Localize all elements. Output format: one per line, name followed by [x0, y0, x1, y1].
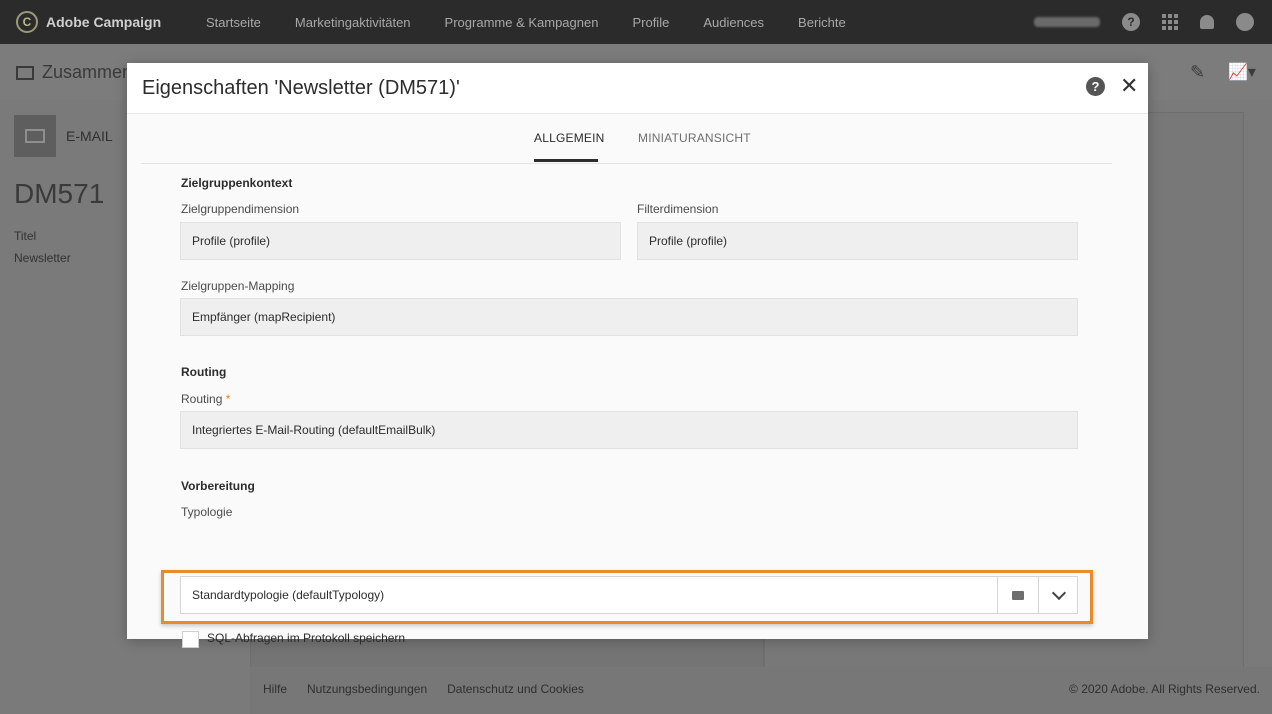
routing-label-text: Routing [181, 392, 223, 406]
properties-dialog: Eigenschaften 'Newsletter (DM571)' ? ✕ A… [127, 63, 1148, 648]
target-dimension-label: Zielgruppendimension [181, 202, 300, 216]
dialog-header: Eigenschaften 'Newsletter (DM571)' ? ✕ [127, 63, 1148, 114]
top-navigation-bar: C Adobe Campaign Startseite Marketingakt… [0, 0, 1272, 44]
page-title: Zusammen [16, 62, 132, 83]
email-channel-icon [14, 115, 56, 157]
adobe-campaign-logo-icon: C [16, 11, 38, 33]
footer-copyright: © 2020 Adobe. All Rights Reserved. [1069, 682, 1260, 696]
edit-pencil-icon[interactable]: ✎ [1190, 62, 1210, 82]
tab-thumbnail[interactable]: MINIATURANSICHT [638, 131, 751, 145]
footer-link-help[interactable]: Hilfe [263, 682, 287, 696]
nav-item-profiles[interactable]: Profile [632, 15, 669, 30]
typology-value: Standardtypologie (defaultTypology) [192, 588, 385, 602]
user-avatar-icon[interactable] [1236, 13, 1254, 31]
filter-dimension-label: Filterdimension [637, 202, 719, 216]
reports-chart-icon[interactable]: 📈▾ [1228, 62, 1256, 82]
section-title-preparation: Vorbereitung [181, 479, 255, 493]
main-nav: Startseite Marketingaktivitäten Programm… [206, 15, 846, 30]
dialog-body: ALLGEMEIN MINIATURANSICHT Zielgruppenkon… [127, 114, 1148, 648]
apps-grid-icon[interactable] [1162, 14, 1178, 30]
typology-dropdown-button[interactable] [1038, 577, 1079, 613]
title-label: Titel [14, 229, 37, 243]
title-value: Newsletter [14, 251, 71, 265]
routing-field[interactable]: Integriertes E-Mail-Routing (defaultEmai… [180, 411, 1078, 449]
required-asterisk: * [225, 392, 231, 406]
typology-select[interactable]: Standardtypologie (defaultTypology) [180, 576, 1078, 614]
folder-icon [1012, 590, 1024, 600]
section-title-target-context: Zielgruppenkontext [181, 176, 293, 190]
top-right-tools: ? [1034, 0, 1254, 44]
brand-name: Adobe Campaign [46, 14, 162, 30]
sql-log-checkbox[interactable] [182, 631, 199, 648]
panel-toggle-icon[interactable] [16, 65, 34, 80]
tab-general[interactable]: ALLGEMEIN [534, 131, 605, 145]
footer-link-terms[interactable]: Nutzungsbedingungen [307, 682, 427, 696]
target-mapping-label: Zielgruppen-Mapping [181, 279, 295, 293]
user-name-blurred[interactable] [1034, 17, 1100, 27]
dialog-title: Eigenschaften 'Newsletter (DM571)' [142, 77, 460, 99]
footer-link-privacy[interactable]: Datenschutz und Cookies [447, 682, 584, 696]
open-typology-folder-button[interactable] [997, 577, 1038, 613]
nav-item-reports[interactable]: Berichte [798, 15, 846, 30]
dialog-tabs: ALLGEMEIN MINIATURANSICHT [141, 114, 1112, 164]
dialog-help-icon[interactable]: ? [1086, 77, 1105, 96]
close-icon[interactable]: ✕ [1120, 74, 1138, 98]
delivery-id: DM571 [14, 178, 105, 209]
nav-item-programs-campaigns[interactable]: Programme & Kampagnen [445, 15, 599, 30]
brand-logo[interactable]: C Adobe Campaign [16, 11, 206, 33]
nav-item-audiences[interactable]: Audiences [703, 15, 764, 30]
filter-dimension-field[interactable]: Profile (profile) [637, 222, 1078, 260]
chevron-down-icon [1051, 585, 1067, 601]
typology-label: Typologie [181, 505, 233, 519]
target-mapping-field[interactable]: Empfänger (mapRecipient) [180, 298, 1078, 336]
section-title-routing: Routing [181, 365, 227, 379]
page-title-text: Zusammen [42, 62, 133, 82]
help-icon[interactable]: ? [1122, 13, 1140, 31]
notifications-bell-icon[interactable] [1200, 15, 1214, 29]
routing-label: Routing * [181, 392, 230, 406]
active-tab-indicator [534, 159, 598, 162]
nav-item-marketing-activities[interactable]: Marketingaktivitäten [295, 15, 411, 30]
nav-item-startseite[interactable]: Startseite [206, 15, 261, 30]
footer-links: Hilfe Nutzungsbedingungen Datenschutz un… [263, 682, 584, 696]
sql-log-checkbox-label[interactable]: SQL-Abfragen im Protokoll speichern [207, 631, 405, 645]
target-dimension-field[interactable]: Profile (profile) [180, 222, 621, 260]
channel-label: E-MAIL [66, 128, 113, 144]
